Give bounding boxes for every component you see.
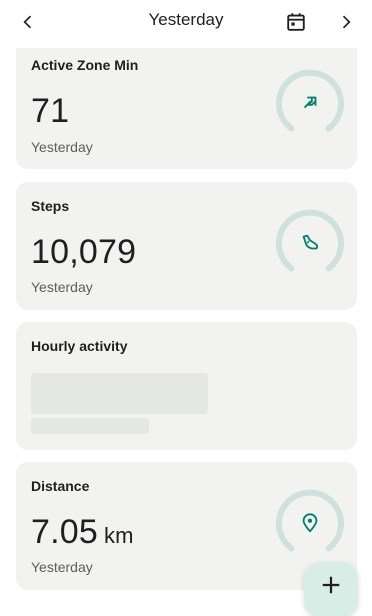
shoe-icon (302, 234, 319, 250)
steps-card[interactable]: Steps 10,079 Yesterday (16, 182, 357, 310)
location-pin-icon (302, 513, 318, 533)
arrows-icon (303, 96, 317, 109)
card-label: Active Zone Min (31, 57, 139, 73)
card-value: 7.05 km (31, 513, 134, 552)
card-subtitle: Yesterday (31, 559, 93, 575)
distance-unit: km (103, 523, 134, 548)
distance-value: 7.05 (31, 513, 98, 551)
card-subtitle: Yesterday (31, 279, 93, 295)
add-fab-button[interactable] (304, 562, 358, 616)
chevron-left-icon[interactable] (16, 10, 40, 34)
header-actions (284, 10, 358, 34)
top-app-bar: Yesterday (0, 0, 372, 44)
card-value: 10,079 (31, 233, 137, 271)
card-label: Hourly activity (31, 338, 128, 354)
loading-placeholder (31, 373, 208, 414)
active-zone-card[interactable]: Active Zone Min 71 Yesterday (16, 48, 357, 169)
card-value: 71 (31, 92, 70, 130)
card-label: Distance (31, 478, 90, 494)
loading-placeholder (31, 418, 149, 434)
plus-icon (322, 576, 340, 594)
chevron-right-icon[interactable] (334, 10, 358, 34)
card-subtitle: Yesterday (31, 139, 93, 155)
progress-ring (275, 488, 345, 558)
card-label: Steps (31, 198, 70, 214)
calendar-icon[interactable] (284, 10, 308, 34)
hourly-activity-card[interactable]: Hourly activity (16, 322, 357, 450)
progress-ring (275, 68, 345, 138)
progress-ring (275, 208, 345, 278)
